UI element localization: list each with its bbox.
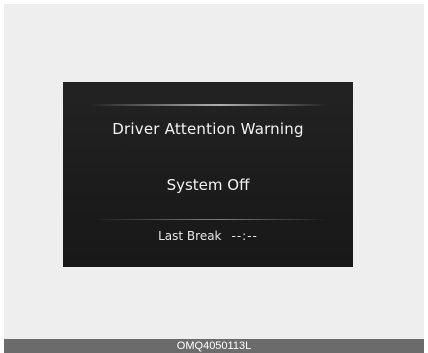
last-break-label: Last Break	[158, 229, 222, 243]
warning-title: Driver Attention Warning	[112, 120, 304, 138]
last-break-row: Last Break --:--	[63, 229, 353, 243]
system-status: System Off	[166, 176, 250, 194]
cluster-display: Driver Attention Warning System Off Last…	[63, 82, 353, 267]
bottom-divider	[91, 219, 327, 220]
figure-code-bar: OMQ4050113L	[4, 339, 424, 353]
last-break-value: --:--	[231, 229, 258, 243]
figure-frame: Driver Attention Warning System Off Last…	[4, 4, 424, 339]
top-divider	[91, 104, 327, 106]
figure-code: OMQ4050113L	[176, 340, 252, 352]
